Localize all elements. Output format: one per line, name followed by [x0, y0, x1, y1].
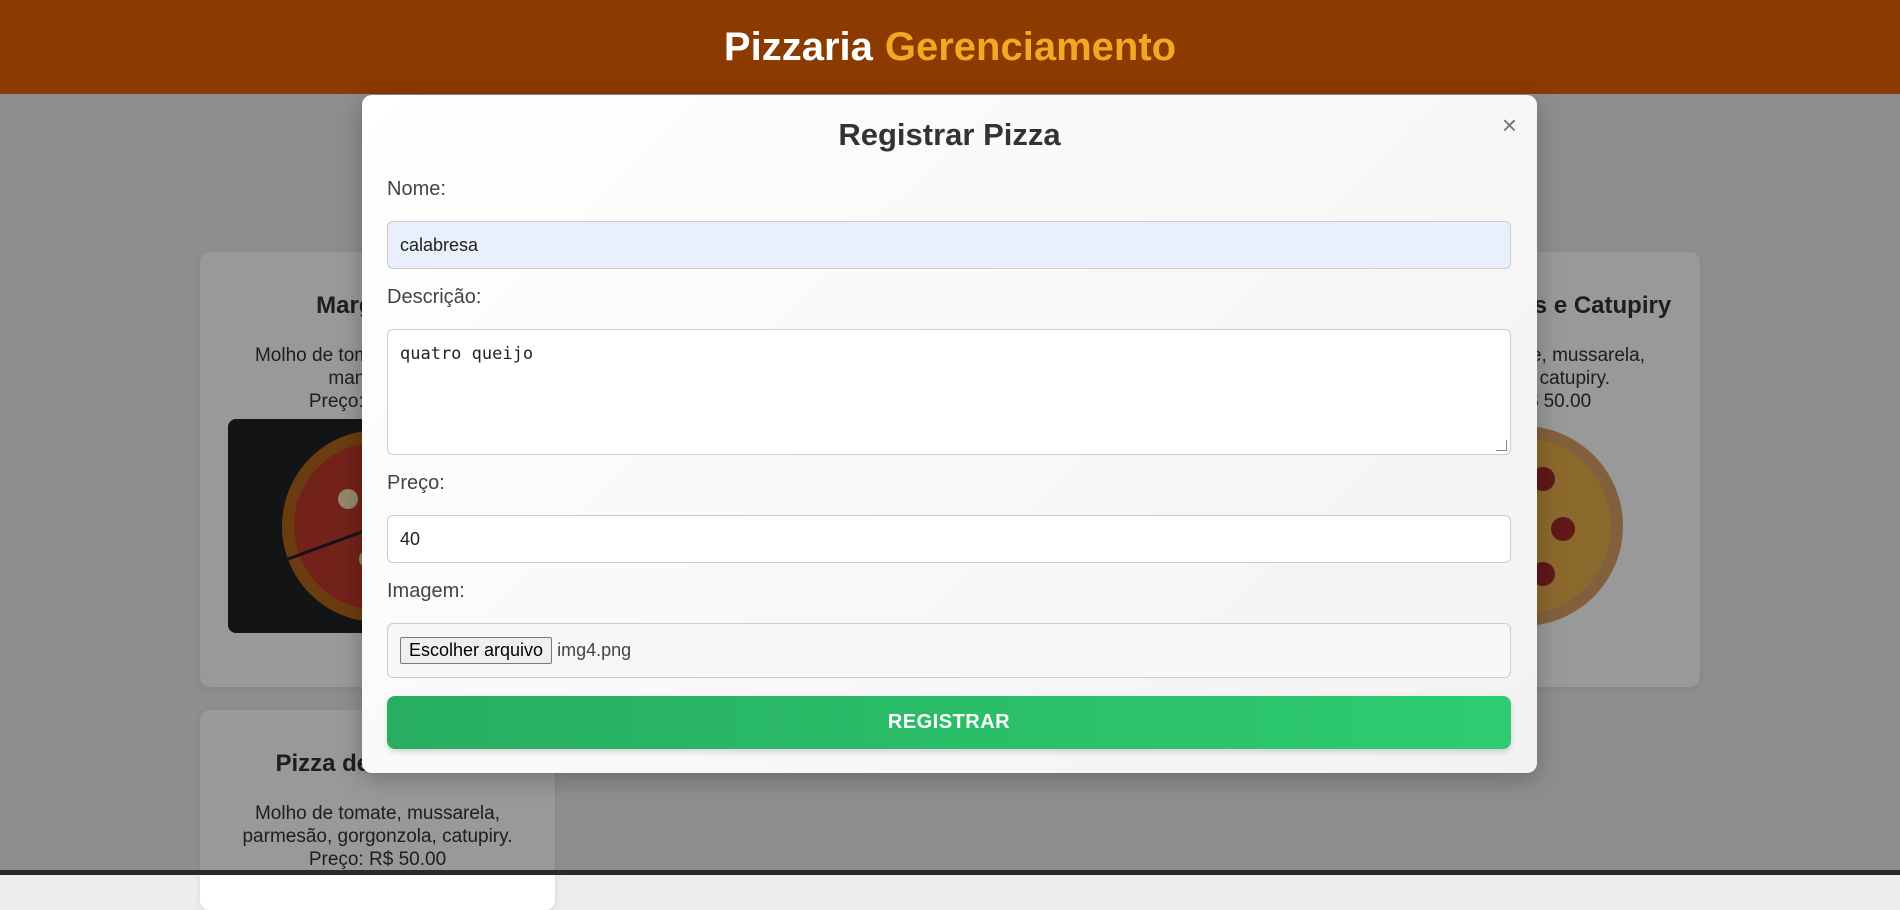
header-title-part2: Gerenciamento: [884, 24, 1177, 69]
descricao-label: Descrição:: [387, 286, 482, 308]
resize-handle-icon[interactable]: [1496, 440, 1507, 451]
descricao-textarea[interactable]: quatro queijo: [387, 329, 1511, 455]
preco-input-value: 40: [400, 528, 421, 549]
modal-title: Registrar Pizza: [838, 117, 1061, 152]
register-pizza-modal: Registrar Pizza × Nome: calabresa Descri…: [362, 95, 1537, 773]
app-header: Pizzaria Gerenciamento: [0, 0, 1900, 94]
nome-label: Nome:: [387, 178, 446, 200]
close-icon[interactable]: ×: [1502, 112, 1517, 138]
header-title-part1: Pizzaria: [723, 24, 873, 69]
preco-label: Preço:: [387, 472, 445, 494]
descricao-textarea-value: quatro queijo: [400, 344, 534, 364]
file-name: img4.png: [557, 640, 632, 660]
imagem-label: Imagem:: [387, 580, 465, 602]
register-button[interactable]: REGISTRAR: [387, 696, 1511, 749]
nome-input-value: calabresa: [400, 234, 479, 255]
preco-input[interactable]: 40: [387, 515, 1511, 563]
imagem-file-input[interactable]: Escolher arquivo img4.png: [387, 623, 1511, 678]
choose-file-button[interactable]: Escolher arquivo: [400, 637, 553, 664]
nome-input[interactable]: calabresa: [387, 221, 1511, 269]
bottom-bar: [0, 870, 1900, 875]
